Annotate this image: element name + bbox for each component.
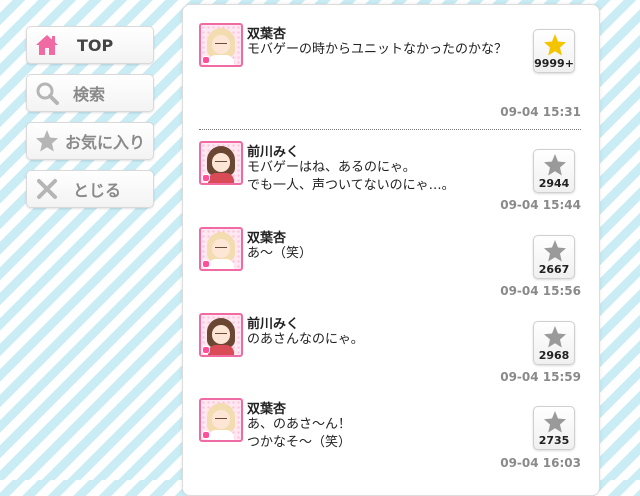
avatar[interactable] [199,141,243,185]
avatar[interactable] [199,313,243,357]
user-name: 双葉杏 [247,27,287,42]
user-name: 前川みく [247,145,300,160]
star-icon [544,154,566,176]
sidebar-item-label: 検索 [73,85,106,104]
sidebar-item-close[interactable]: とじる [26,170,154,208]
user-name: 双葉杏 [247,402,287,417]
star-icon [33,127,61,155]
like-count: 9999+ [534,57,574,70]
timestamp: 09-04 15:59 [500,370,581,384]
like-count: 2944 [538,177,570,190]
like-button[interactable]: 2968 [533,321,575,365]
sidebar-item-favorites[interactable]: お気に入り [26,122,154,160]
close-icon [33,175,61,203]
timestamp: 09-04 15:31 [500,105,581,119]
list-item: 双葉杏 モバゲーの時からユニットなかったのかな？ 9999+ 09-04 15:… [183,23,599,123]
user-name: 前川みく [247,317,300,332]
like-count: 2968 [538,349,570,362]
message-list[interactable]: 双葉杏 モバゲーの時からユニットなかったのかな？ 9999+ 09-04 15:… [182,4,600,496]
list-item: 双葉杏 あ、のあさ～ん！ つかなそ～（笑） 2735 09-04 16:03 [183,398,599,470]
avatar[interactable] [199,23,243,67]
timestamp: 09-04 15:56 [500,284,581,298]
user-name: 双葉杏 [247,231,287,246]
star-icon [544,326,566,348]
sidebar-item-label: とじる [73,181,122,200]
divider [199,129,581,130]
sidebar-item-label: TOP [77,35,114,55]
message-text: のあさんなのにゃ。 [247,332,364,347]
sidebar-item-label: お気に入り [65,133,146,152]
avatar[interactable] [199,398,243,442]
list-item: 双葉杏 あ～（笑） 2667 09-04 15:56 [183,227,599,298]
star-icon [544,411,566,433]
sidebar-item-search[interactable]: 検索 [26,74,154,112]
message-text: モバゲーはね、あるのにゃ。 でも一人、声ついてないのにゃ…。 [247,160,455,193]
home-icon [33,31,61,59]
timestamp: 09-04 16:03 [500,456,581,470]
like-button[interactable]: 2944 [533,149,575,193]
like-button[interactable]: 2735 [533,406,575,450]
message-text: あ～（笑） [247,246,313,261]
like-count: 2667 [538,263,570,276]
like-button[interactable]: 9999+ [533,29,575,73]
list-item: 前川みく のあさんなのにゃ。 2968 09-04 15:59 [183,313,599,384]
like-count: 2735 [538,434,570,447]
message-text: モバゲーの時からユニットなかったのかな？ [247,42,508,57]
star-icon [544,240,566,262]
message-text: あ、のあさ～ん！ つかなそ～（笑） [247,417,352,450]
sidebar-item-top[interactable]: TOP [26,26,154,64]
star-icon [544,34,566,56]
timestamp: 09-04 15:44 [500,198,581,212]
search-icon [33,79,61,107]
list-item: 前川みく モバゲーはね、あるのにゃ。 でも一人、声ついてないのにゃ…。 2944 … [183,141,599,212]
avatar[interactable] [199,227,243,271]
like-button[interactable]: 2667 [533,235,575,279]
